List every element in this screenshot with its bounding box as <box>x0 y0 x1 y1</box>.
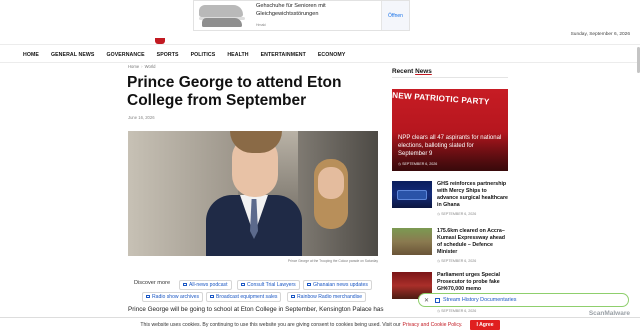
sidebar-heading-highlight: News <box>415 68 432 75</box>
news-title[interactable]: 175.6km cleared on Accra–Kumasi Expressw… <box>437 228 509 256</box>
featured-title[interactable]: NPP clears all 47 aspirants for national… <box>398 135 504 158</box>
watermark: ScanMalware <box>588 310 630 317</box>
agree-button[interactable]: I Agree <box>470 319 500 330</box>
discover-chip[interactable]: Rainbow Radio merchandise <box>287 292 367 302</box>
list-item[interactable]: 175.6km cleared on Accra–Kumasi Expressw… <box>392 228 510 268</box>
news-date-text: SEPTEMBER 6, 2026 <box>441 212 477 216</box>
divider <box>392 77 508 78</box>
sidebar-heading-prefix: Recent <box>392 68 414 75</box>
list-icon <box>291 295 295 298</box>
ad-sponsor: Hmaki <box>256 22 266 27</box>
recommendation-popup[interactable]: ✕ Stream History Documentaries <box>418 293 629 307</box>
list-item[interactable]: GHS reinforces partnership with Mercy Sh… <box>392 181 510 221</box>
news-date-text: SEPTEMBER 6, 2026 <box>441 259 477 263</box>
breadcrumb-world[interactable]: World <box>145 64 156 69</box>
breadcrumb: Home › World <box>128 64 155 69</box>
news-date: ◷ SEPTEMBER 6, 2026 <box>437 259 477 263</box>
ad-title[interactable]: Gehschuhe für Senioren mit Gleichgewicht… <box>256 3 374 18</box>
discover-more-label: Discover more <box>134 280 171 286</box>
discover-chip[interactable]: Radio show archives <box>142 292 203 302</box>
news-title[interactable]: GHS reinforces partnership with Mercy Sh… <box>437 181 509 209</box>
divider <box>0 44 640 45</box>
nav-item-health[interactable]: HEALTH <box>227 52 248 58</box>
discover-chip[interactable]: All-news podcast <box>179 280 232 290</box>
news-date-text: SEPTEMBER 6, 2026 <box>441 309 477 313</box>
nav-item-sports[interactable]: SPORTS <box>157 52 179 58</box>
chip-label: All-news podcast <box>189 282 228 288</box>
nav-item-politics[interactable]: POLITICS <box>191 52 216 58</box>
ad-shoe-image[interactable] <box>196 1 248 30</box>
news-thumbnail[interactable] <box>392 228 432 255</box>
cookie-text: This website uses cookies. By continuing… <box>140 321 401 328</box>
article-title: Prince George to attend Eton College fro… <box>127 74 342 109</box>
nav-item-general-news[interactable]: GENERAL NEWS <box>51 52 94 58</box>
list-icon <box>183 283 187 286</box>
close-icon[interactable]: ✕ <box>424 297 429 304</box>
photo-caption: Prince George at the Trooping the Colour… <box>287 259 378 263</box>
divider <box>0 62 640 63</box>
shoe-shape <box>199 5 245 20</box>
featured-banner-text: NEW PATRIOTIC PARTY <box>392 90 490 107</box>
news-title[interactable]: Parliament urges Special Prosecutor to p… <box>437 272 509 293</box>
news-date: ◷ SEPTEMBER 6, 2026 <box>437 212 477 216</box>
list-icon <box>435 297 441 303</box>
news-date: ◷ SEPTEMBER 6, 2026 <box>437 309 477 313</box>
featured-news-card[interactable]: NEW PATRIOTIC PARTY NPP clears all 47 as… <box>392 89 508 171</box>
chip-label: Consult Trial Lawyers <box>247 282 296 288</box>
news-thumbnail[interactable] <box>392 181 432 208</box>
nav-item-home[interactable]: HOME <box>23 52 39 58</box>
list-icon <box>210 295 214 298</box>
discover-chip[interactable]: Consult Trial Lawyers <box>237 280 300 290</box>
chip-label: Rainbow Radio merchandise <box>297 294 363 300</box>
top-ad-banner[interactable]: Gehschuhe für Senioren mit Gleichgewicht… <box>193 0 410 31</box>
chip-label: Broadcast equipment sales <box>216 294 278 300</box>
privacy-policy-link[interactable]: Privacy and Cookie Policy. <box>403 322 463 328</box>
featured-date: ◷ SEPTEMBER 6, 2026 <box>398 162 438 166</box>
featured-date-text: SEPTEMBER 6, 2026 <box>402 162 438 166</box>
discover-chip[interactable]: Ghanaian news updates <box>303 280 372 290</box>
list-icon <box>241 283 245 286</box>
photo-figure <box>318 167 344 199</box>
ad-text[interactable]: Gehschuhe für Senioren mit Gleichgewicht… <box>256 3 374 27</box>
article-body: Prince George will be going to school at… <box>128 306 384 313</box>
nav-item-entertainment[interactable]: ENTERTAINMENT <box>261 52 306 58</box>
shoe-shape <box>202 18 242 27</box>
sidebar-heading: Recent News <box>392 68 432 75</box>
header-date: Sunday, September 6, 2026 <box>570 32 630 37</box>
nav-item-governance[interactable]: GOVERNANCE <box>106 52 144 58</box>
cookie-bar: This website uses cookies. By continuing… <box>0 317 640 331</box>
breadcrumb-separator-icon: › <box>141 64 143 69</box>
nav-item-economy[interactable]: ECONOMY <box>318 52 346 58</box>
list-icon <box>146 295 150 298</box>
article-date: June 16, 2026 <box>128 115 155 120</box>
list-item[interactable]: Parliament urges Special Prosecutor to p… <box>392 272 510 313</box>
breadcrumb-home[interactable]: Home <box>128 64 139 69</box>
chip-label: Radio show archives <box>152 294 199 300</box>
list-icon <box>307 283 311 286</box>
article-photo <box>128 131 378 256</box>
main-nav: HOME GENERAL NEWS GOVERNANCE SPORTS POLI… <box>23 52 345 58</box>
discover-chip[interactable]: Broadcast equipment sales <box>206 292 282 302</box>
chip-label: Ghanaian news updates <box>313 282 368 288</box>
ad-open-button[interactable]: Öffnen <box>381 1 409 30</box>
popup-link[interactable]: Stream History Documentaries <box>443 297 516 303</box>
